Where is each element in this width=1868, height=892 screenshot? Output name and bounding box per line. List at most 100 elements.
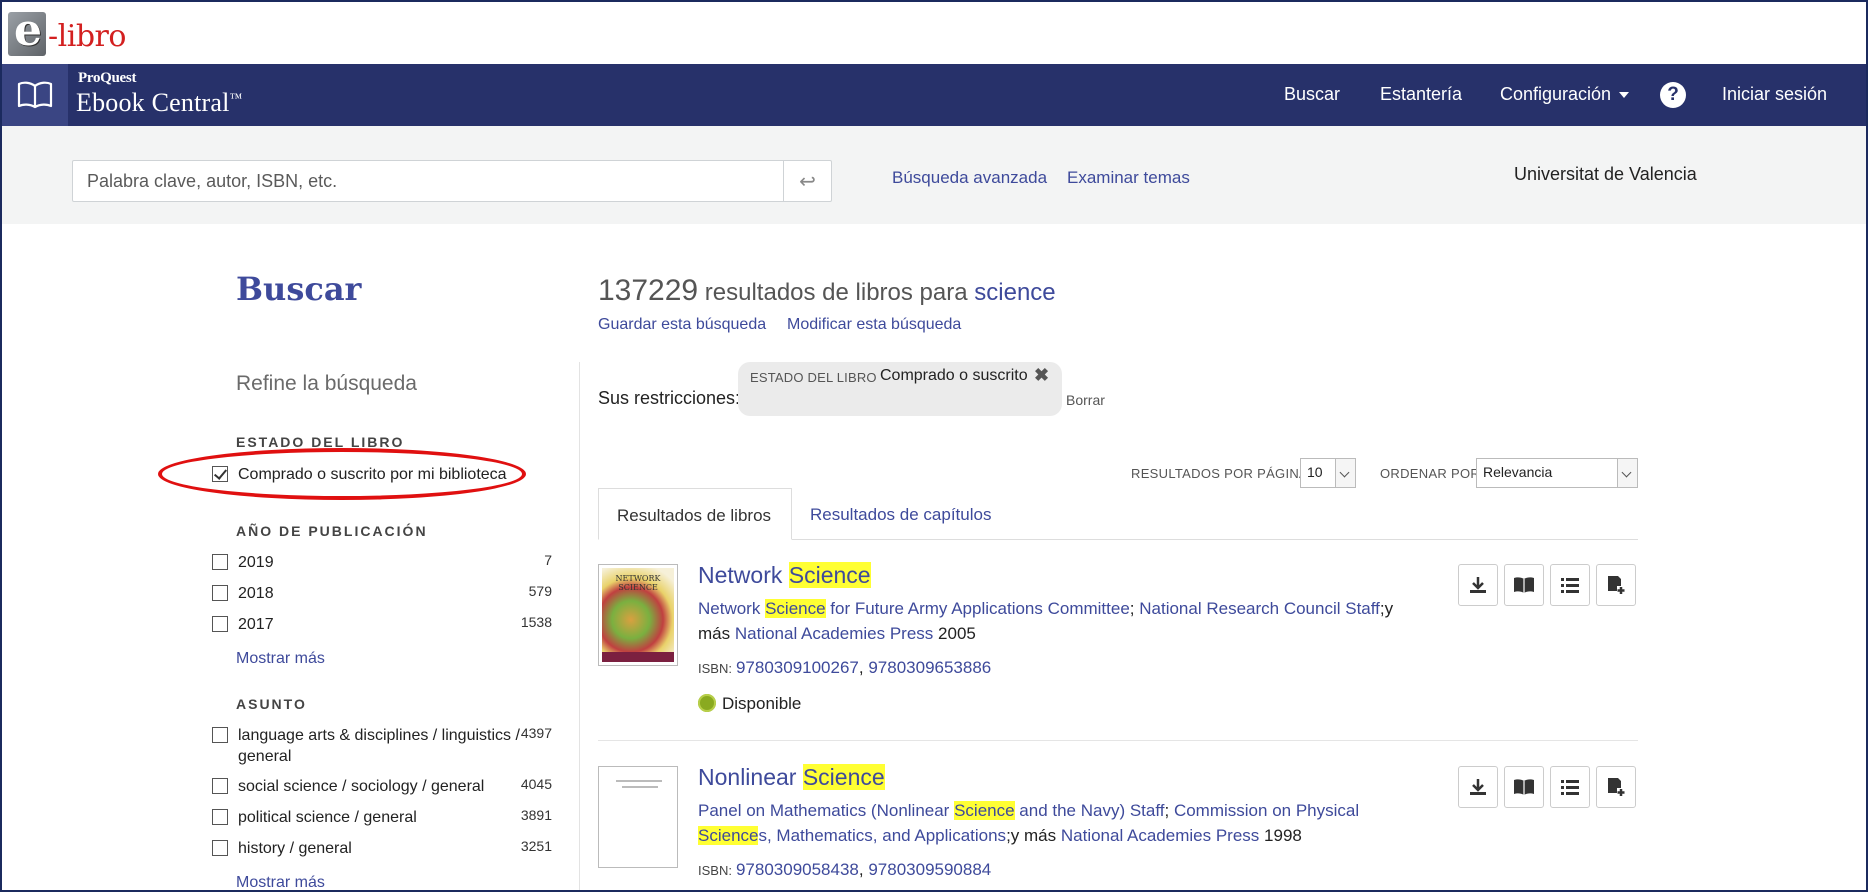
result-actions bbox=[1458, 766, 1638, 808]
red-highlight-annotation bbox=[158, 448, 526, 500]
isbn-link[interactable]: 9780309100267 bbox=[736, 658, 859, 677]
nav-configuracion-label: Configuración bbox=[1500, 84, 1612, 104]
facet-item-label: political science / general bbox=[238, 809, 417, 826]
title-text: Nonlinear bbox=[698, 764, 803, 790]
cover-art bbox=[602, 770, 674, 864]
download-icon bbox=[1470, 779, 1486, 795]
separator: ; bbox=[1164, 801, 1174, 820]
isbn-label: ISBN: bbox=[698, 863, 732, 878]
checkbox[interactable] bbox=[212, 616, 228, 632]
results-tabs: Resultados de libros Resultados de capít… bbox=[598, 488, 1638, 540]
return-icon: ↩ bbox=[799, 170, 816, 193]
sort-label: ORDENAR POR bbox=[1380, 466, 1481, 481]
top-navigation: ProQuest Ebook Central™ Buscar Estanterí… bbox=[2, 64, 1866, 126]
facet-count: 4397 bbox=[520, 725, 552, 741]
result-actions bbox=[1458, 564, 1638, 606]
per-page-value: 10 bbox=[1307, 464, 1323, 480]
chevron-down-icon bbox=[1617, 459, 1637, 487]
book-cover[interactable] bbox=[598, 766, 678, 868]
nav-iniciar-sesion[interactable]: Iniciar sesión bbox=[1722, 84, 1827, 105]
result-title[interactable]: Network Science bbox=[698, 562, 871, 589]
cover-title: NETWORK SCIENCE bbox=[615, 574, 661, 592]
author-link[interactable]: National Research Council Staff bbox=[1139, 599, 1380, 618]
facet-count: 4045 bbox=[520, 776, 552, 792]
publisher-link[interactable]: National Academies Press bbox=[735, 624, 933, 643]
save-search-link[interactable]: Guardar esta búsqueda bbox=[598, 316, 766, 334]
checkbox[interactable] bbox=[212, 809, 228, 825]
cover-band bbox=[602, 652, 674, 662]
result-item: NETWORK SCIENCE Network Science Network … bbox=[598, 562, 1638, 724]
facet-item-label: language arts & disciplines / linguistic… bbox=[238, 727, 520, 765]
show-more-subjects-link[interactable]: Mostrar más bbox=[236, 874, 325, 890]
add-to-shelf-icon bbox=[1608, 576, 1625, 594]
add-to-shelf-button[interactable] bbox=[1596, 766, 1636, 808]
result-separator bbox=[598, 740, 1638, 741]
download-button[interactable] bbox=[1458, 766, 1498, 808]
author-text: s, Mathematics, and Applications bbox=[758, 826, 1007, 845]
isbn-link[interactable]: 9780309058438 bbox=[736, 860, 859, 879]
brand-bar: e -libro bbox=[2, 2, 1866, 64]
nav-configuracion[interactable]: Configuración bbox=[1500, 84, 1630, 105]
modify-search-link[interactable]: Modificar esta búsqueda bbox=[787, 316, 961, 334]
checkbox[interactable] bbox=[212, 585, 228, 601]
download-button[interactable] bbox=[1458, 564, 1498, 606]
pub-year: 2005 bbox=[938, 624, 976, 643]
e-libro-logo[interactable]: e -libro bbox=[8, 6, 136, 60]
add-to-shelf-button[interactable] bbox=[1596, 564, 1636, 606]
facet-count: 7 bbox=[544, 552, 552, 568]
checkbox[interactable] bbox=[212, 554, 228, 570]
checkbox[interactable] bbox=[212, 778, 228, 794]
author-highlight: Science bbox=[765, 599, 826, 618]
status-text: Disponible bbox=[722, 694, 802, 713]
book-cover[interactable]: NETWORK SCIENCE bbox=[598, 564, 678, 666]
clear-restrictions-link[interactable]: Borrar bbox=[1066, 392, 1105, 408]
trademark: ™ bbox=[229, 90, 243, 105]
list-icon bbox=[1561, 578, 1579, 593]
tab-book-results[interactable]: Resultados de libros bbox=[598, 488, 792, 540]
read-online-button[interactable] bbox=[1504, 564, 1544, 606]
per-page-select[interactable]: 10 bbox=[1300, 458, 1356, 488]
result-item: Nonlinear Science Panel on Mathematics (… bbox=[598, 764, 1638, 890]
checkbox[interactable] bbox=[212, 840, 228, 856]
column-divider bbox=[579, 362, 580, 890]
search-input[interactable] bbox=[73, 161, 779, 201]
download-icon bbox=[1470, 577, 1486, 593]
author-link[interactable]: Panel on Mathematics (Nonlinear Science … bbox=[698, 801, 1165, 820]
author-link[interactable]: Network Science for Future Army Applicat… bbox=[698, 599, 1130, 618]
browse-subjects-link[interactable]: Examinar temas bbox=[1067, 168, 1190, 188]
read-online-button[interactable] bbox=[1504, 766, 1544, 808]
checkbox[interactable] bbox=[212, 727, 228, 743]
close-icon[interactable]: ✖ bbox=[1034, 365, 1049, 386]
proquest-label: ProQuest bbox=[78, 70, 137, 86]
open-book-icon[interactable] bbox=[2, 64, 68, 126]
search-band: ↩ Búsqueda avanzada Examinar temas Unive… bbox=[2, 126, 1866, 224]
facet-heading-anio: AÑO DE PUBLICACIÓN bbox=[236, 523, 428, 539]
isbn-link[interactable]: 9780309653886 bbox=[868, 658, 991, 677]
sort-select[interactable]: Relevancia bbox=[1476, 458, 1638, 488]
publisher-link[interactable]: National Academies Press bbox=[1061, 826, 1259, 845]
isbn-link[interactable]: 9780309590884 bbox=[868, 860, 991, 879]
author-text: Commission on Physical bbox=[1173, 801, 1360, 820]
results-heading: 137229 resultados de libros para science bbox=[598, 274, 1056, 308]
chevron-down-icon bbox=[1619, 92, 1630, 99]
read-online-icon bbox=[1514, 779, 1534, 795]
author-highlight: Science bbox=[698, 826, 759, 845]
result-title[interactable]: Nonlinear Science bbox=[698, 764, 885, 791]
tab-chapter-results[interactable]: Resultados de capítulos bbox=[792, 488, 1009, 540]
ebook-central-title[interactable]: Ebook Central™ bbox=[76, 88, 242, 118]
author-text: Network bbox=[698, 599, 766, 618]
facet-heading-asunto: ASUNTO bbox=[236, 696, 307, 712]
facet-item-label: 2018 bbox=[238, 585, 274, 602]
advanced-search-link[interactable]: Búsqueda avanzada bbox=[892, 168, 1047, 188]
search-submit-button[interactable]: ↩ bbox=[783, 161, 831, 201]
nav-estanteria[interactable]: Estantería bbox=[1380, 84, 1462, 105]
nav-buscar[interactable]: Buscar bbox=[1284, 84, 1340, 105]
search-box: ↩ bbox=[72, 160, 832, 202]
result-isbn: ISBN: 9780309058438, 9780309590884 bbox=[698, 860, 992, 879]
available-icon bbox=[698, 694, 716, 712]
show-more-years-link[interactable]: Mostrar más bbox=[236, 650, 325, 668]
details-button[interactable] bbox=[1550, 766, 1590, 808]
details-button[interactable] bbox=[1550, 564, 1590, 606]
help-icon[interactable]: ? bbox=[1660, 82, 1686, 108]
list-icon bbox=[1561, 780, 1579, 795]
